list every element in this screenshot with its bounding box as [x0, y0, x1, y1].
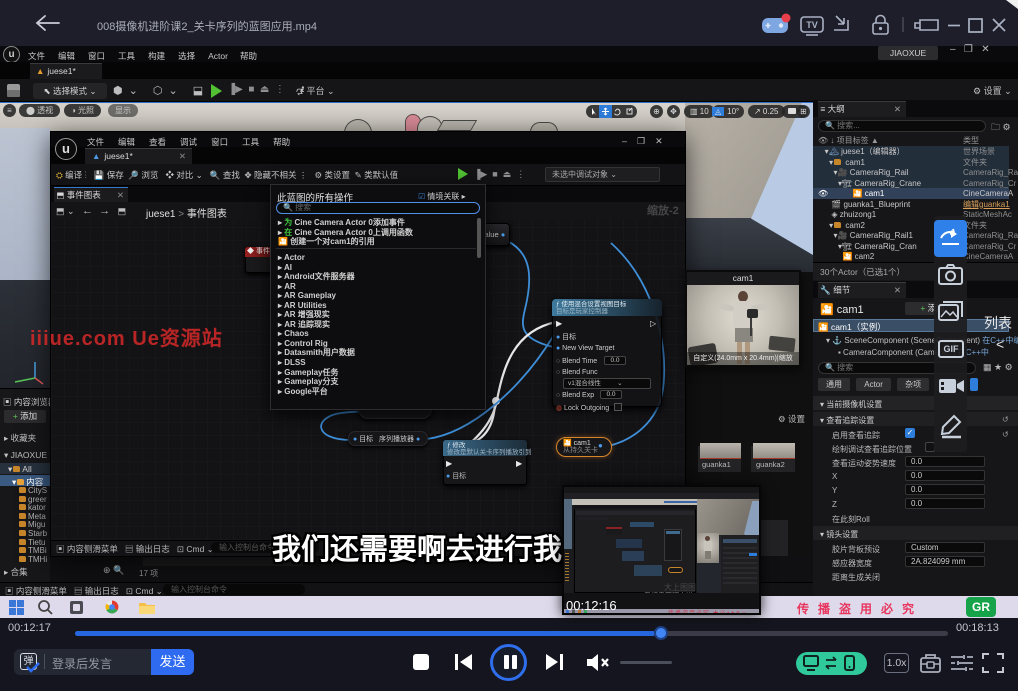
svg-text:TV: TV	[806, 20, 818, 30]
